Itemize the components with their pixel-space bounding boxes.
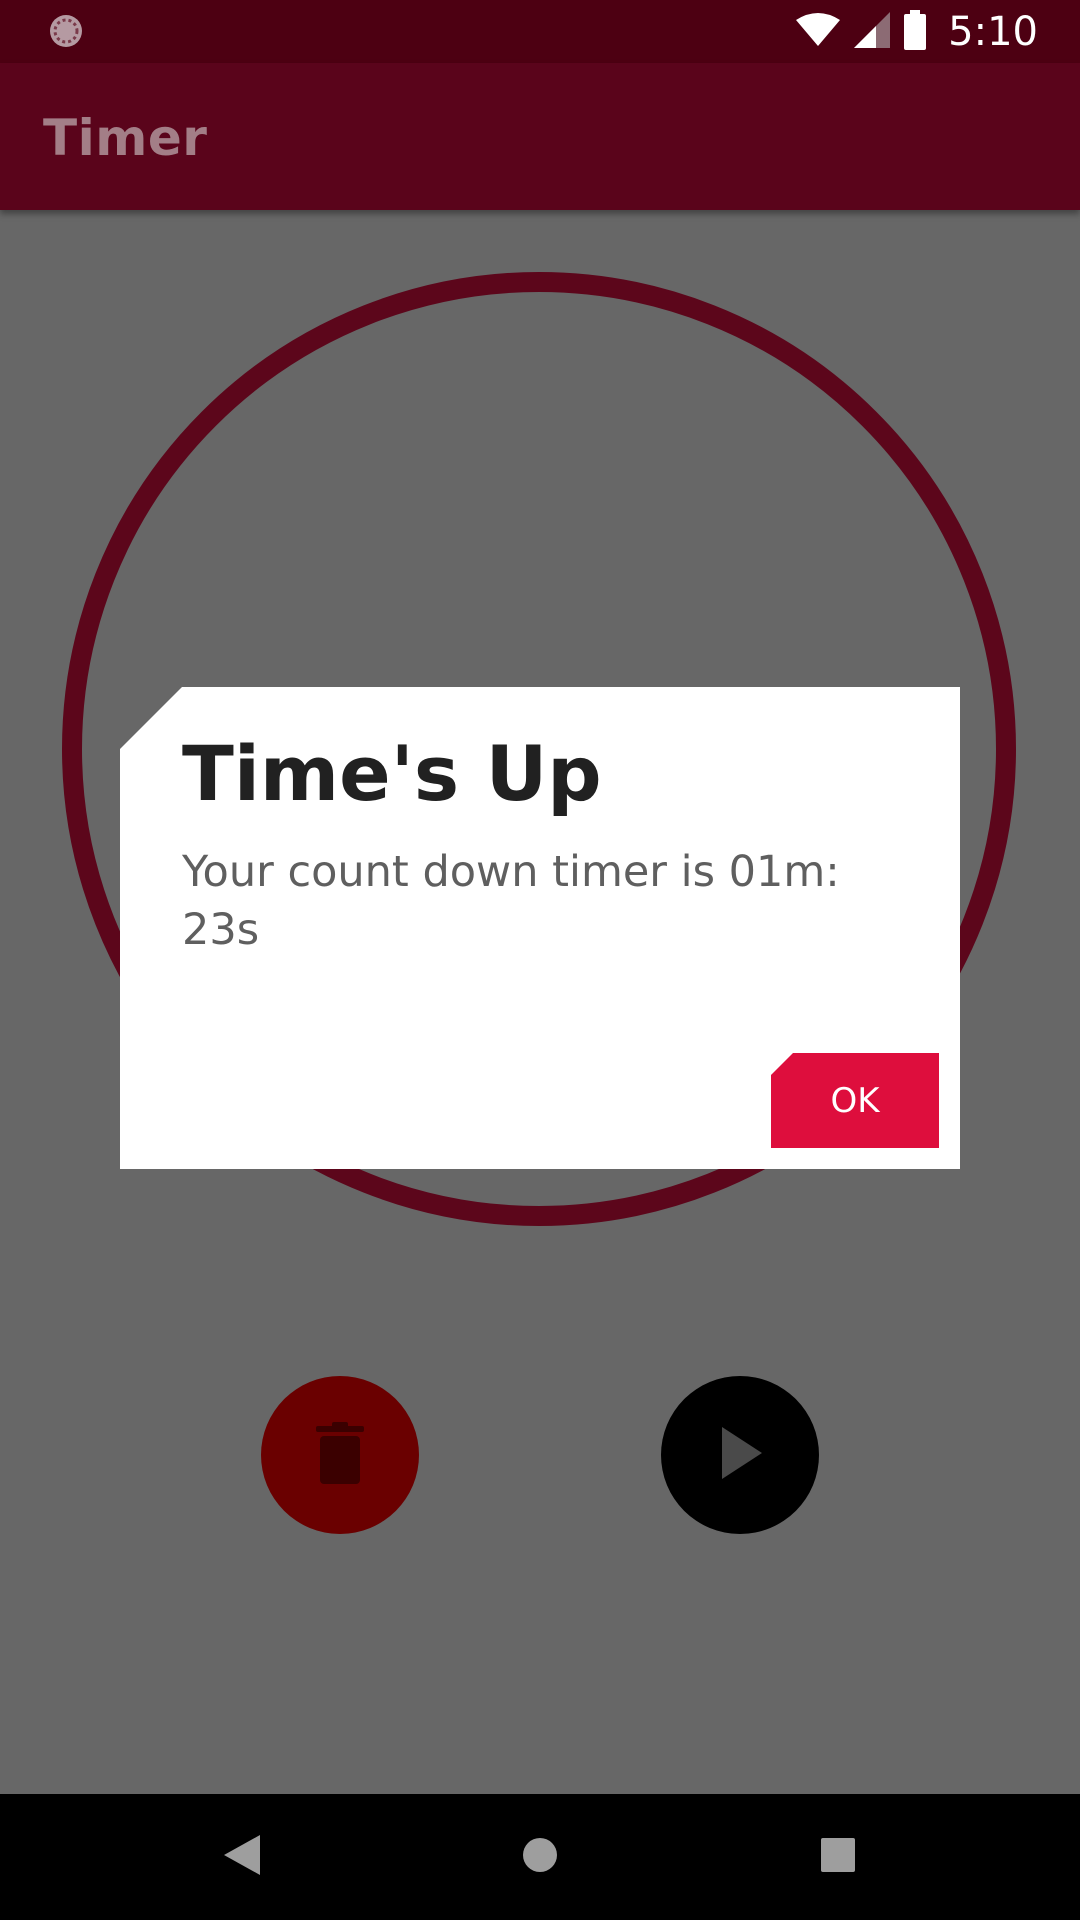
delete-button[interactable] [261,1376,419,1534]
dialog-title: Time's Up [182,729,602,818]
app-title: Timer [43,109,208,167]
back-button[interactable] [182,1794,302,1920]
play-button[interactable] [661,1376,819,1534]
cellular-signal-icon [854,11,891,52]
status-bar: 5:10 [0,0,1080,63]
times-up-dialog: Time's Up Your count down timer is 01m: … [120,687,960,1169]
back-icon [224,1835,260,1879]
battery-icon [904,9,927,54]
loading-spinner-icon [48,13,84,49]
system-navigation-bar [0,1794,1080,1920]
app-bar: Timer [0,63,1080,210]
status-icons: 5:10 [796,0,1038,63]
ok-button[interactable]: OK [771,1053,939,1148]
status-time: 5:10 [948,8,1038,55]
play-icon [718,1427,762,1483]
recents-icon [821,1838,855,1876]
home-icon [522,1837,558,1877]
home-button[interactable] [480,1794,600,1920]
recents-button[interactable] [778,1794,898,1920]
wifi-icon [796,12,841,52]
dialog-message: Your count down timer is 01m: 23s [182,847,840,955]
trash-icon [316,1422,364,1488]
